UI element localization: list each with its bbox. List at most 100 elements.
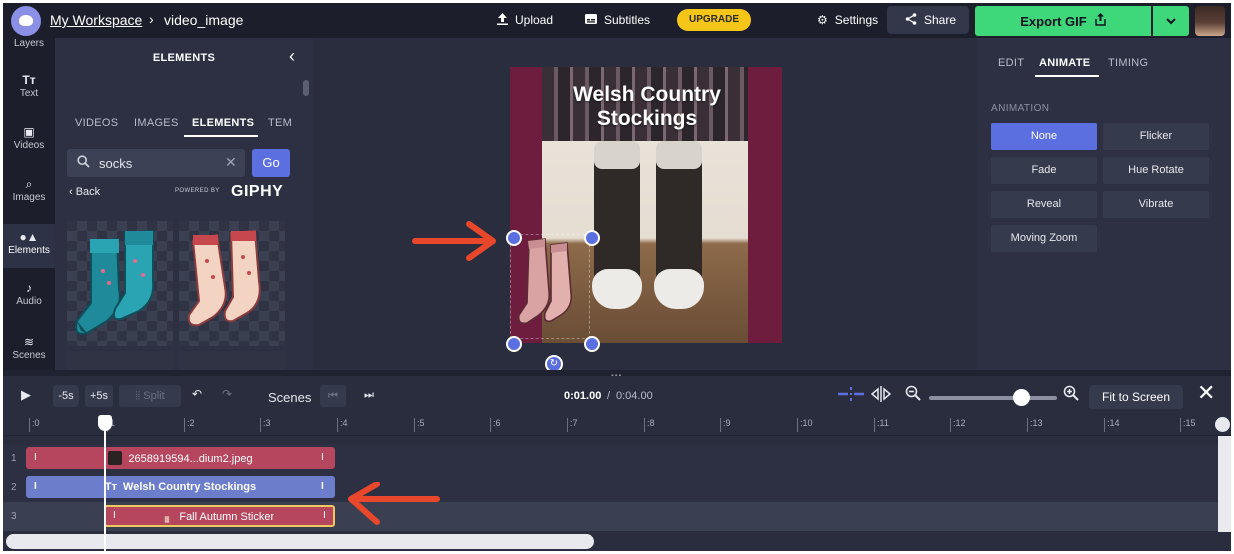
rail-item-layers[interactable]: Layers: [3, 38, 55, 52]
clip-label: Tт Welsh Country Stockings: [26, 481, 335, 493]
snap-icon[interactable]: [838, 386, 864, 405]
export-gif-button[interactable]: Export GIF: [975, 6, 1151, 36]
close-timeline-icon[interactable]: ✕: [1197, 380, 1215, 406]
blue-socks-sticker: [75, 229, 155, 335]
animation-option-flicker[interactable]: Flicker: [1103, 123, 1209, 150]
sticker-result-heart-socks[interactable]: [179, 221, 285, 346]
back-link[interactable]: ‹ Back: [69, 186, 100, 198]
share-button[interactable]: Share: [887, 6, 969, 34]
tab-images[interactable]: IMAGES: [134, 117, 179, 129]
subtitles-button[interactable]: Subtitles: [585, 13, 650, 27]
clip-trim-handle-right[interactable]: I: [321, 452, 324, 463]
panel-scrollbar[interactable]: [303, 80, 309, 96]
music-icon: ♪: [26, 281, 32, 295]
export-share-icon: [1095, 13, 1106, 29]
tab-templates[interactable]: TEM: [268, 117, 292, 129]
animation-option-fade[interactable]: Fade: [991, 157, 1097, 184]
share-icon: [905, 13, 917, 27]
sticker-result-partial[interactable]: [67, 351, 173, 370]
zoom-in-icon[interactable]: [1063, 385, 1079, 404]
skip-back-button[interactable]: -5s: [53, 385, 79, 407]
rail-label-images: Images: [12, 192, 46, 203]
collapse-panel-chevron-icon[interactable]: ‹: [289, 46, 295, 67]
next-scene-icon[interactable]: ⏭: [364, 389, 374, 402]
horizontal-scroll-thumb[interactable]: [6, 534, 594, 549]
clear-search-close-icon[interactable]: ✕: [225, 154, 237, 171]
canvas-frame[interactable]: Welsh Country Stockings: [510, 67, 782, 343]
rail-item-videos[interactable]: ▣ Videos: [3, 126, 55, 156]
breadcrumb-project-name[interactable]: video_image: [164, 12, 243, 28]
share-content: Share: [905, 13, 956, 27]
rail-item-text[interactable]: Tт Text: [3, 74, 55, 104]
resize-handle-bottom-right[interactable]: [584, 336, 600, 352]
ruler-end-knob[interactable]: [1215, 417, 1230, 432]
animation-option-none[interactable]: None: [991, 123, 1097, 150]
settings-button[interactable]: ⚙ Settings: [817, 13, 878, 27]
timeline-horizontal-scrollbar[interactable]: [3, 532, 1231, 551]
tab-edit[interactable]: EDIT: [998, 57, 1024, 69]
active-tab-indicator: [1035, 75, 1099, 77]
undo-icon[interactable]: ↶: [192, 387, 202, 401]
current-time: 0:01.00: [564, 390, 602, 402]
animation-option-moving-zoom[interactable]: Moving Zoom: [991, 225, 1097, 252]
tab-elements[interactable]: ELEMENTS: [192, 117, 254, 129]
ruler-tick: :13: [1027, 418, 1043, 432]
clip-trim-handle-right[interactable]: I: [323, 510, 326, 521]
zoom-slider-knob[interactable]: [1012, 389, 1030, 406]
app-logo[interactable]: [11, 6, 41, 36]
clip-sticker[interactable]: I ▖ Fall Autumn Sticker I: [104, 505, 335, 527]
upgrade-button[interactable]: UPGRADE: [677, 9, 751, 31]
animation-section-label: ANIMATION: [991, 103, 1050, 114]
previous-scene-icon[interactable]: ⏮: [320, 385, 346, 407]
upload-button[interactable]: Upload: [497, 13, 553, 27]
timeline-ruler[interactable]: :0 1 :2 :3 :4 :5 :6 :7 :8 :9 :10 :11 :12…: [3, 414, 1231, 436]
rail-item-scenes[interactable]: ≋ Scenes: [3, 336, 55, 366]
rail-item-images[interactable]: ⌕ Images: [3, 178, 55, 208]
ruler-tick: :8: [644, 418, 655, 432]
animation-option-hue-rotate[interactable]: Hue Rotate: [1103, 157, 1209, 184]
clip-image[interactable]: I 2658919594...dium2.jpeg I: [26, 447, 335, 469]
playhead-handle[interactable]: [98, 415, 112, 431]
breadcrumb-workspace[interactable]: My Workspace: [50, 12, 142, 28]
timeline-toolbar: ▶ -5s +5s ⦙⦙ Split ↶ ↷ Scenes ⏮ ⏭ 0:01.0…: [3, 376, 1231, 414]
rail-item-elements[interactable]: ●▲ Elements: [3, 224, 55, 268]
clip-text[interactable]: I Tт Welsh Country Stockings I: [26, 476, 335, 498]
user-avatar[interactable]: [1195, 6, 1225, 36]
search-input[interactable]: [99, 154, 219, 172]
timeline-track: 2 I Tт Welsh Country Stockings I: [3, 473, 1218, 502]
clip-label: ▖ Fall Autumn Sticker: [106, 510, 333, 523]
clip-label: 2658919594...dium2.jpeg: [26, 451, 335, 465]
search-go-button[interactable]: Go: [252, 149, 290, 177]
selected-sticker-bounds[interactable]: [510, 234, 590, 339]
playhead-line[interactable]: [104, 417, 106, 551]
upload-label: Upload: [515, 13, 554, 27]
animation-option-vibrate[interactable]: Vibrate: [1103, 191, 1209, 218]
animation-option-reveal[interactable]: Reveal: [991, 191, 1097, 218]
heart-socks-sticker: [187, 229, 261, 327]
clip-label-text: Welsh Country Stockings: [123, 481, 257, 493]
skip-forward-button[interactable]: +5s: [85, 385, 113, 407]
canvas-title-text[interactable]: Welsh Country Stockings: [544, 83, 750, 131]
zoom-slider-track[interactable]: [929, 396, 1057, 400]
rail-item-audio[interactable]: ♪ Audio: [3, 282, 55, 312]
giphy-logo: GIPHY: [231, 183, 284, 200]
redo-icon[interactable]: ↷: [222, 387, 232, 401]
callout-arrow-icon: [412, 221, 496, 261]
tab-timing[interactable]: TIMING: [1108, 57, 1148, 69]
split-view-icon[interactable]: [870, 386, 892, 405]
clip-trim-handle-right[interactable]: I: [321, 481, 324, 492]
resize-handle-top-right[interactable]: [584, 230, 600, 246]
split-button[interactable]: ⦙⦙ Split: [119, 385, 181, 407]
tab-videos[interactable]: VIDEOS: [75, 117, 118, 129]
fit-to-screen-button[interactable]: Fit to Screen: [1089, 385, 1183, 409]
sticker-result-blue-socks[interactable]: [67, 221, 173, 346]
sticker-result-partial[interactable]: [179, 351, 285, 370]
resize-handle-top-left[interactable]: [506, 230, 522, 246]
play-icon[interactable]: ▶: [21, 387, 31, 403]
callout-arrow-icon: [348, 482, 440, 525]
timeline-vertical-scrollbar[interactable]: [1218, 436, 1231, 532]
zoom-out-icon[interactable]: [905, 385, 921, 404]
tab-animate[interactable]: ANIMATE: [1039, 57, 1090, 69]
export-options-chevron-icon[interactable]: [1153, 6, 1189, 36]
resize-handle-bottom-left[interactable]: [506, 336, 522, 352]
